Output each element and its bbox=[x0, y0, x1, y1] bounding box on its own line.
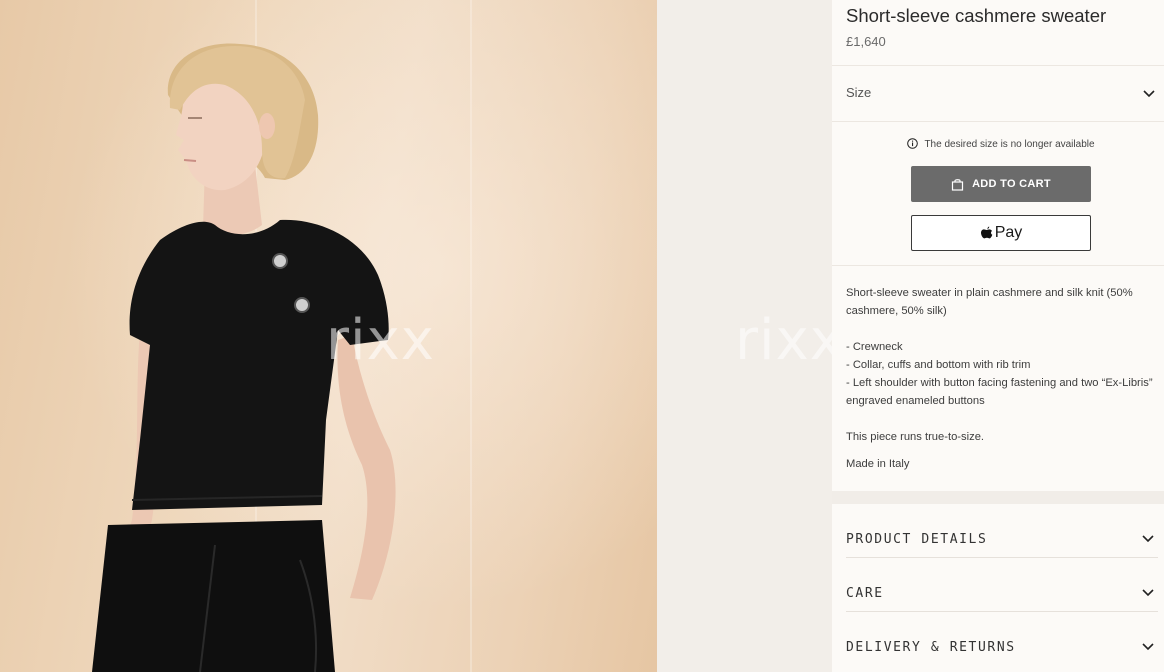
size-selector[interactable]: Size bbox=[832, 66, 1164, 121]
image-gallery-gap: rixx bbox=[657, 0, 843, 672]
product-description: Short-sleeve sweater in plain cashmere a… bbox=[846, 284, 1158, 473]
accordion-care[interactable]: CARE bbox=[846, 558, 1158, 612]
fit-note: This piece runs true-to-size. bbox=[846, 431, 985, 443]
watermark-secondary: rixx bbox=[735, 308, 844, 373]
apple-pay-label: Pay bbox=[994, 224, 1023, 241]
feature-item: - Left shoulder with button facing faste… bbox=[846, 377, 1153, 407]
feature-item: - Crewneck bbox=[846, 341, 903, 353]
product-title: Short-sleeve cashmere sweater bbox=[846, 5, 1107, 26]
accordion-label: DELIVERY & RETURNS bbox=[846, 640, 1016, 655]
chevron-down-icon bbox=[1142, 643, 1154, 651]
product-image[interactable]: rixx bbox=[0, 0, 657, 672]
divider bbox=[832, 121, 1164, 122]
feature-item: - Collar, cuffs and bottom with rib trim bbox=[846, 359, 1031, 371]
origin-note: Made in Italy bbox=[846, 458, 910, 470]
description-intro: Short-sleeve sweater in plain cashmere a… bbox=[846, 287, 1133, 317]
chevron-down-icon bbox=[1142, 589, 1154, 597]
model-illustration bbox=[92, 43, 396, 672]
product-price: £1,640 bbox=[846, 34, 886, 49]
add-to-cart-button[interactable]: ADD TO CART bbox=[911, 166, 1091, 202]
accordion-label: CARE bbox=[846, 586, 884, 601]
add-to-cart-label: ADD TO CART bbox=[972, 178, 1051, 190]
availability-notice: The desired size is no longer available bbox=[832, 138, 1164, 150]
section-separator bbox=[832, 491, 1164, 504]
shopping-bag-icon bbox=[951, 178, 964, 191]
product-page: rixx rixx Short-sleeve cashmere sweater … bbox=[0, 0, 1164, 672]
apple-logo-icon bbox=[980, 226, 993, 241]
apple-pay-button[interactable]: Pay bbox=[911, 215, 1091, 251]
accordion-delivery-returns[interactable]: DELIVERY & RETURNS bbox=[846, 612, 1158, 666]
chevron-down-icon bbox=[1142, 535, 1154, 543]
info-icon bbox=[907, 138, 919, 149]
size-label: Size bbox=[846, 85, 872, 100]
accordion-product-details[interactable]: PRODUCT DETAILS bbox=[846, 504, 1158, 558]
product-info-panel: Short-sleeve cashmere sweater £1,640 Siz… bbox=[832, 0, 1164, 672]
accordion-label: PRODUCT DETAILS bbox=[846, 532, 988, 547]
chevron-down-icon bbox=[1143, 90, 1155, 98]
divider bbox=[832, 265, 1164, 266]
availability-text: The desired size is no longer available bbox=[924, 139, 1095, 150]
